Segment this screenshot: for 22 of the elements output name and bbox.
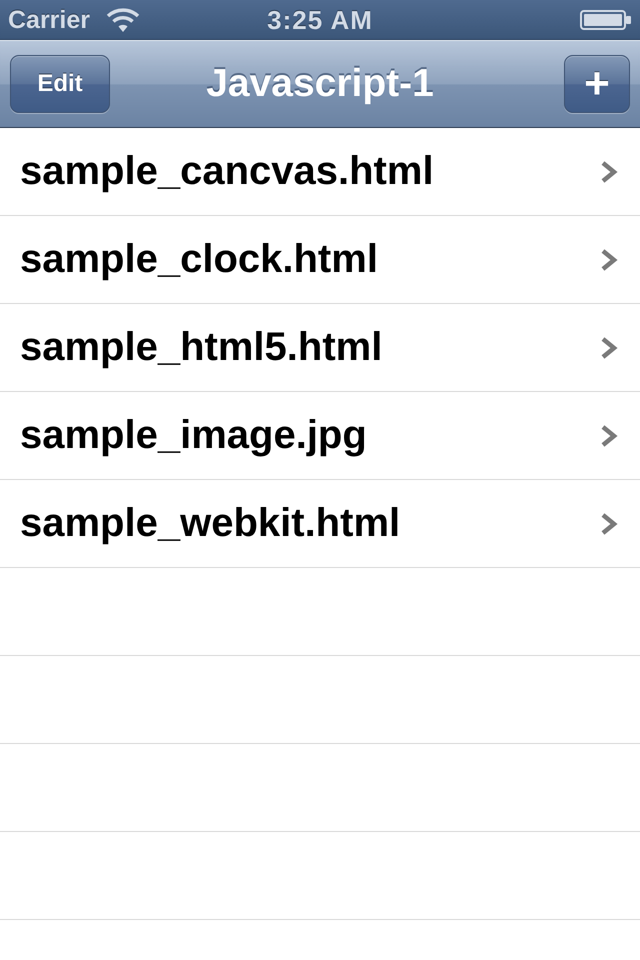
edit-button[interactable]: Edit bbox=[10, 55, 110, 113]
file-row[interactable]: sample_html5.html bbox=[0, 304, 640, 392]
file-name: sample_clock.html bbox=[20, 237, 379, 282]
add-button[interactable]: + bbox=[564, 55, 630, 113]
chevron-icon bbox=[600, 248, 618, 272]
file-name: sample_image.jpg bbox=[20, 413, 368, 458]
nav-title: Javascript-1 bbox=[206, 62, 434, 106]
file-row[interactable]: sample_webkit.html bbox=[0, 480, 640, 568]
carrier-label: Carrier bbox=[8, 6, 90, 34]
chevron-icon bbox=[600, 336, 618, 360]
wifi-icon bbox=[106, 6, 140, 32]
file-name: sample_webkit.html bbox=[20, 501, 402, 546]
chevron-icon bbox=[600, 512, 618, 536]
file-name: sample_cancvas.html bbox=[20, 149, 435, 194]
file-row[interactable]: sample_cancvas.html bbox=[0, 128, 640, 216]
file-row[interactable]: sample_clock.html bbox=[0, 216, 640, 304]
file-row[interactable]: sample_image.jpg bbox=[0, 392, 640, 480]
chevron-icon bbox=[600, 160, 618, 184]
battery-icon bbox=[580, 8, 632, 32]
status-time: 3:25 AM bbox=[267, 4, 373, 34]
chevron-icon bbox=[600, 424, 618, 448]
file-name: sample_html5.html bbox=[20, 325, 384, 370]
